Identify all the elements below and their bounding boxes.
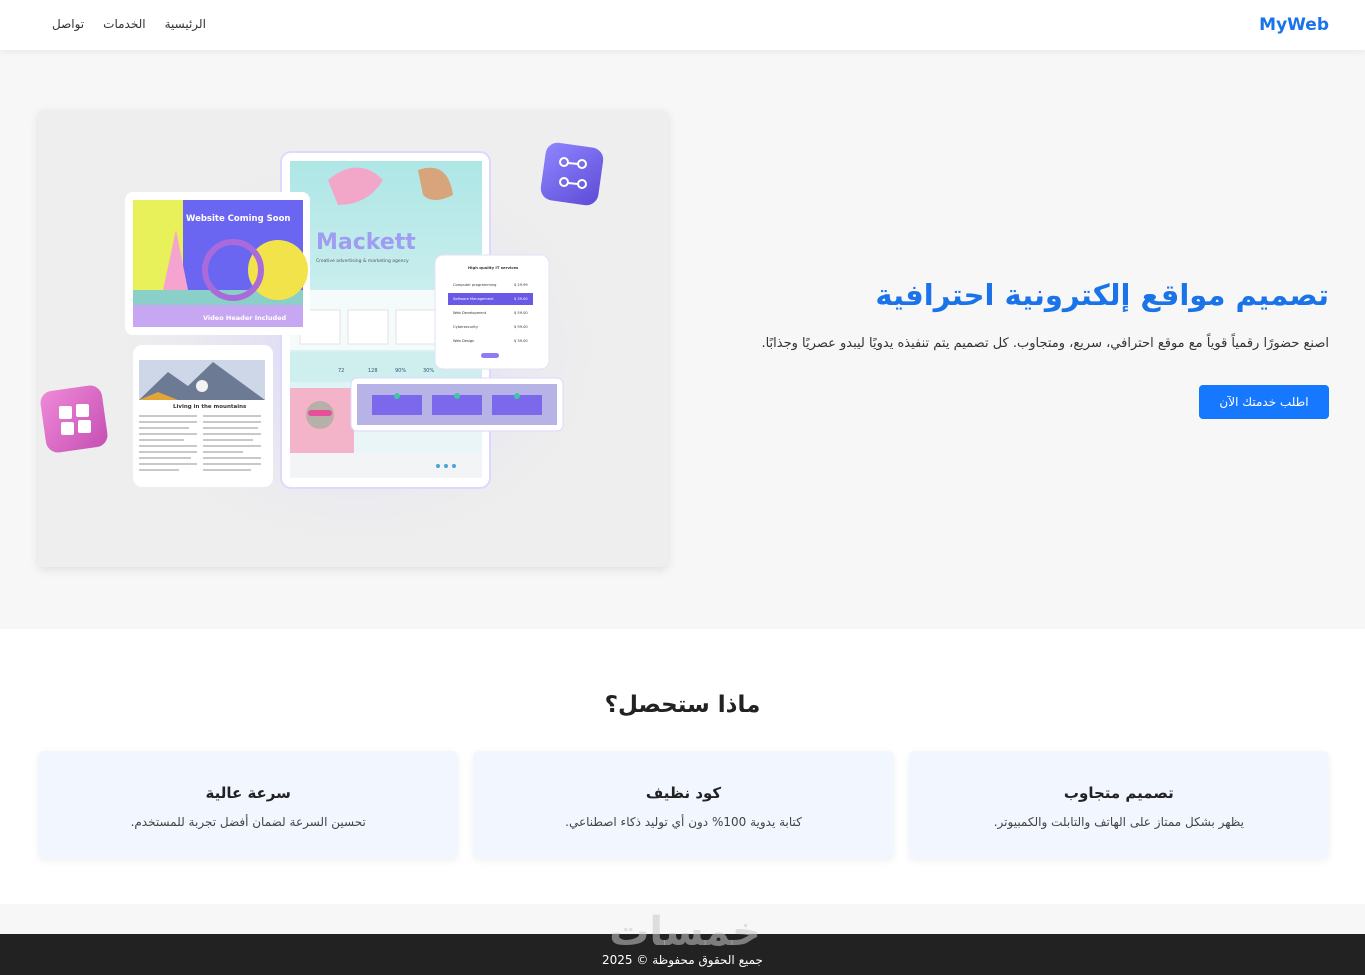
- video-header-text: Video Header Included: [203, 314, 287, 322]
- stat-4: 30%: [423, 368, 434, 374]
- stat-2: 128: [368, 368, 378, 374]
- feature-card-text: تحسين السرعة لضمان أفضل تجربة للمستخدم.: [130, 815, 366, 829]
- blog-card: Living in the mountains: [133, 345, 273, 487]
- top-navbar: MyWeb الرئيسية الخدمات تواصل: [0, 0, 1365, 50]
- coming-soon-text: Website Coming Soon: [186, 214, 290, 224]
- stat-1: 72: [338, 368, 344, 374]
- hero-subtitle: اصنع حضورًا رقمياً قوياً مع موقع احترافي…: [761, 336, 1329, 351]
- feature-cards: تصميم متجاوب يظهر بشكل ممتاز على الهاتف …: [38, 751, 1329, 859]
- nav-services-link[interactable]: الخدمات: [103, 17, 145, 31]
- main-nav: الرئيسية الخدمات تواصل: [52, 17, 206, 31]
- hero-illustration: Mackett Creative advertising & marketing…: [38, 110, 668, 567]
- list-title: High quality IT services: [468, 265, 519, 270]
- mockup-tagline: Creative advertising & marketing agency: [316, 258, 409, 264]
- feature-card-speed: سرعة عالية تحسين السرعة لضمان أفضل تجربة…: [38, 751, 459, 859]
- site-logo[interactable]: MyWeb: [1259, 15, 1329, 35]
- mockup-brand: Mackett: [316, 230, 416, 255]
- feature-card-text: كتابة يدوية 100% دون أي توليد ذكاء اصطنا…: [565, 815, 802, 829]
- order-service-button[interactable]: اطلب خدمتك الآن: [1199, 385, 1329, 419]
- features-section: ماذا ستحصل؟ تصميم متجاوب يظهر بشكل ممتاز…: [0, 629, 1365, 904]
- svg-text:Web Development: Web Development: [453, 311, 487, 315]
- feature-strip-card: [350, 377, 564, 432]
- blog-title: Living in the mountains: [173, 404, 247, 410]
- nav-home-link[interactable]: الرئيسية: [165, 17, 206, 31]
- features-title: ماذا ستحصل؟: [604, 692, 761, 718]
- nav-contact-link[interactable]: تواصل: [52, 17, 84, 31]
- feature-card-clean-code: كود نظيف كتابة يدوية 100% دون أي توليد ذ…: [473, 751, 894, 859]
- feature-card-responsive: تصميم متجاوب يظهر بشكل ممتاز على الهاتف …: [908, 751, 1329, 859]
- pink-grid-tile: [40, 385, 108, 453]
- svg-text:Cybersecurity: Cybersecurity: [453, 325, 479, 329]
- svg-text:Software Management: Software Management: [453, 297, 494, 301]
- svg-text:$ 39.00: $ 39.00: [514, 297, 528, 301]
- feature-card-text: يظهر بشكل ممتاز على الهاتف والتابلت والك…: [993, 815, 1244, 829]
- svg-text:$ 99.00: $ 99.00: [514, 325, 528, 329]
- feature-card-title: سرعة عالية: [205, 784, 291, 802]
- coming-soon-card: Website Coming Soon Video Header Include…: [125, 192, 310, 335]
- svg-text:$ 39.00: $ 39.00: [514, 339, 528, 343]
- feature-card-title: كود نظيف: [645, 784, 722, 802]
- svg-text:$ 29.99: $ 29.99: [514, 283, 528, 287]
- stat-3: 90%: [395, 368, 406, 374]
- purple-nodes-tile: [540, 142, 604, 206]
- hero-title: تصميم مواقع إلكترونية احترافية: [875, 278, 1329, 312]
- svg-text:Computer programming: Computer programming: [453, 283, 496, 287]
- khamsat-watermark: خمسات: [609, 909, 761, 955]
- hero-section: Mackett Creative advertising & marketing…: [0, 50, 1365, 629]
- feature-card-title: تصميم متجاوب: [1063, 784, 1174, 802]
- svg-text:Web Design: Web Design: [453, 339, 474, 343]
- price-list-card: High quality IT services Computer progra…: [434, 254, 550, 370]
- svg-text:$ 59.00: $ 59.00: [514, 311, 528, 315]
